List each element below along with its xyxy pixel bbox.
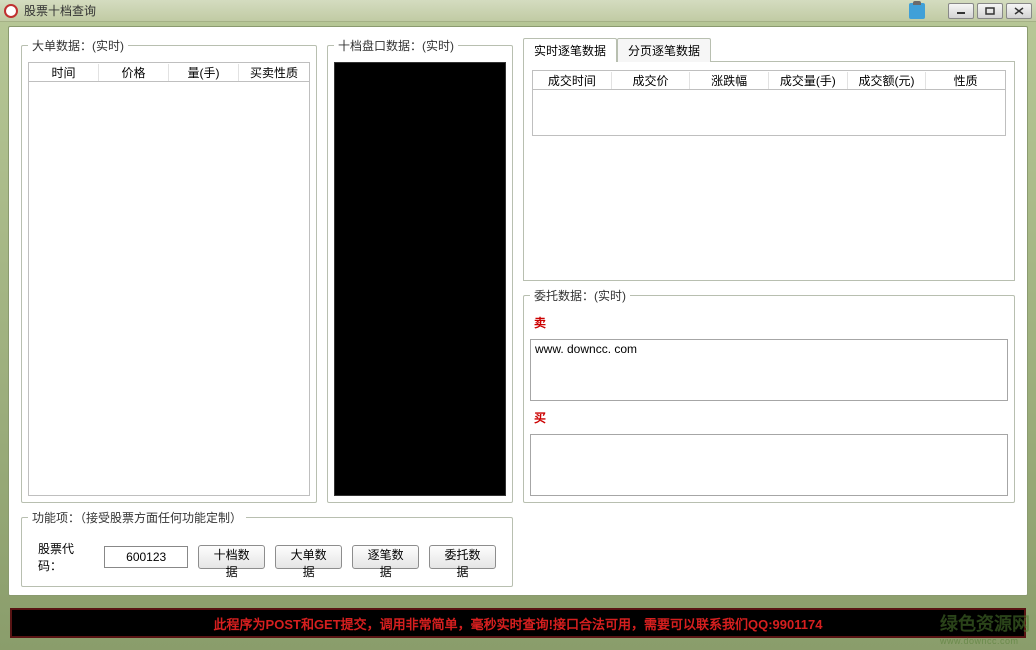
tab-realtime-tick[interactable]: 实时逐笔数据 — [523, 38, 617, 62]
big-order-body[interactable] — [28, 82, 310, 496]
stock-code-input[interactable] — [104, 546, 188, 568]
tabs-strip: 实时逐笔数据 分页逐笔数据 — [523, 38, 1015, 62]
footer-banner: 此程序为POST和GET提交，调用非常简单，毫秒实时查询!接口合法可用，需要可以… — [10, 608, 1026, 638]
big-order-group: 大单数据：(实时) 时间 价格 量(手) 买卖性质 — [21, 37, 317, 503]
big-order-legend: 大单数据：(实时) — [28, 37, 128, 54]
window-title: 股票十档查询 — [24, 2, 909, 19]
tick-body[interactable] — [532, 90, 1006, 136]
col-time[interactable]: 时间 — [29, 64, 99, 81]
ten-level-legend: 十档盘口数据：(实时) — [334, 37, 458, 54]
tick-button[interactable]: 逐笔数据 — [352, 545, 419, 569]
app-icon — [4, 4, 18, 18]
close-button[interactable] — [1006, 3, 1032, 19]
big-order-header-row: 时间 价格 量(手) 买卖性质 — [28, 62, 310, 82]
col-trade-vol[interactable]: 成交量(手) — [769, 72, 848, 89]
col-change[interactable]: 涨跌幅 — [690, 72, 769, 89]
minimize-button[interactable] — [948, 3, 974, 19]
col-nature[interactable]: 性质 — [926, 72, 1005, 89]
ten-level-display[interactable] — [334, 62, 506, 496]
ten-level-group: 十档盘口数据：(实时) — [327, 37, 513, 503]
titlebar: 股票十档查询 — [0, 0, 1036, 22]
right-column: 实时逐笔数据 分页逐笔数据 成交时间 成交价 涨跌幅 成交量(手) 成交额(元)… — [523, 37, 1015, 503]
clipboard-icon[interactable] — [909, 3, 925, 19]
col-trade-time[interactable]: 成交时间 — [533, 72, 612, 89]
col-price[interactable]: 价格 — [99, 64, 169, 81]
main-panel: 大单数据：(实时) 时间 价格 量(手) 买卖性质 十档盘口数据：(实时) 实时… — [8, 26, 1028, 596]
entrust-group: 委托数据：(实时) 卖 买 — [523, 287, 1015, 503]
window-controls — [909, 3, 1032, 19]
maximize-button[interactable] — [977, 3, 1003, 19]
buy-label: 买 — [530, 407, 1008, 428]
col-side[interactable]: 买卖性质 — [239, 64, 309, 81]
col-trade-amt[interactable]: 成交额(元) — [848, 72, 927, 89]
tick-tab-content: 成交时间 成交价 涨跌幅 成交量(手) 成交额(元) 性质 — [523, 61, 1015, 281]
col-trade-price[interactable]: 成交价 — [612, 72, 691, 89]
big-order-button[interactable]: 大单数据 — [275, 545, 342, 569]
sell-textarea[interactable] — [530, 339, 1008, 401]
functions-legend: 功能项：（接受股票方面任何功能定制） — [28, 509, 246, 526]
col-volume[interactable]: 量(手) — [169, 64, 239, 81]
ten-level-button[interactable]: 十档数据 — [198, 545, 265, 569]
tick-header-row: 成交时间 成交价 涨跌幅 成交量(手) 成交额(元) 性质 — [532, 70, 1006, 90]
entrust-button[interactable]: 委托数据 — [429, 545, 496, 569]
stock-code-label: 股票代码： — [38, 540, 94, 574]
buy-textarea[interactable] — [530, 434, 1008, 496]
sell-label: 卖 — [530, 312, 1008, 333]
functions-group: 功能项：（接受股票方面任何功能定制） 股票代码： 十档数据 大单数据 逐笔数据 … — [21, 509, 513, 587]
spacer — [523, 509, 1015, 587]
entrust-legend: 委托数据：(实时) — [530, 287, 630, 304]
tick-tabs-group: 实时逐笔数据 分页逐笔数据 成交时间 成交价 涨跌幅 成交量(手) 成交额(元)… — [523, 37, 1015, 281]
tab-paged-tick[interactable]: 分页逐笔数据 — [617, 38, 711, 62]
